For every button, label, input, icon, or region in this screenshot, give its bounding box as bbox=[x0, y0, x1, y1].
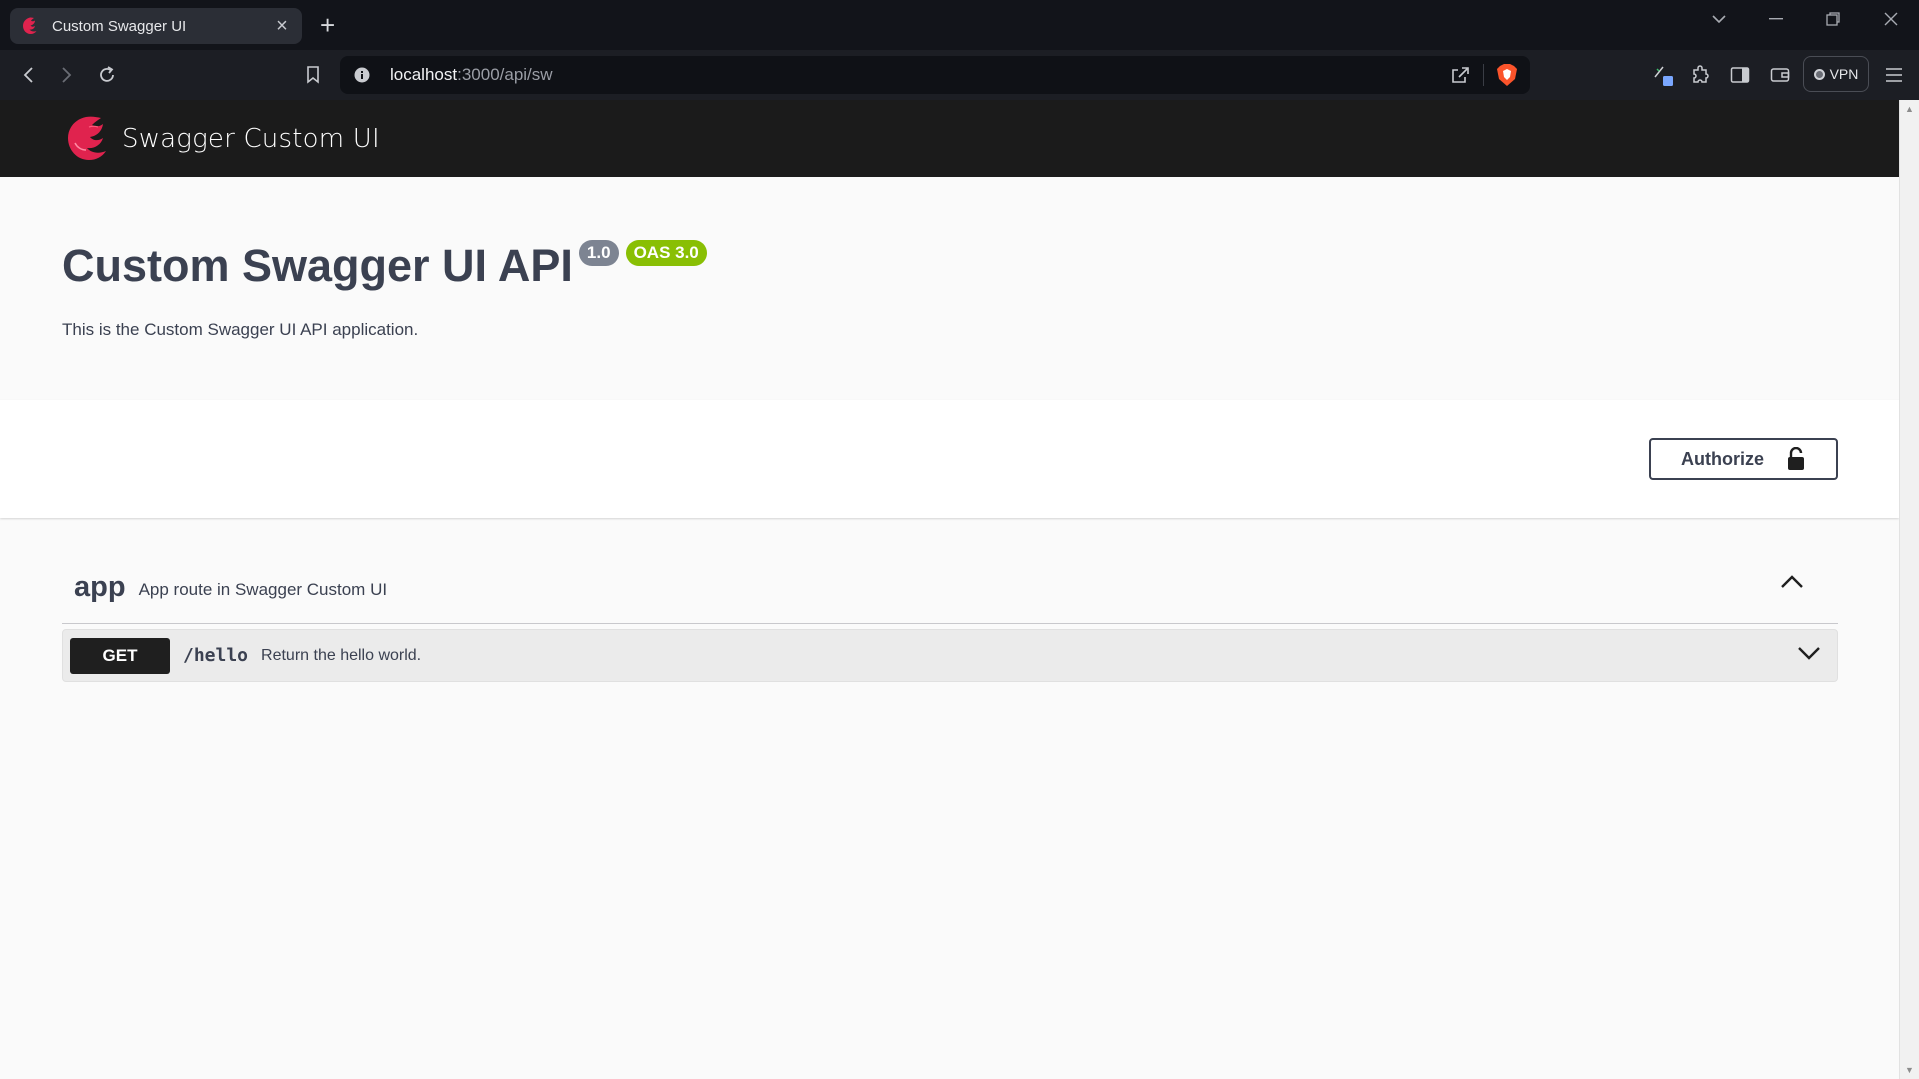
menu-hamburger-icon[interactable] bbox=[1882, 63, 1906, 87]
brand-name: Swagger Custom UI bbox=[122, 124, 380, 154]
back-icon[interactable] bbox=[16, 63, 40, 87]
scroll-up-icon[interactable]: ▲ bbox=[1905, 104, 1914, 114]
url-path: :3000/api/sw bbox=[457, 65, 553, 84]
operation-get-hello[interactable]: GET /hello Return the hello world. bbox=[62, 629, 1838, 682]
authorize-button[interactable]: Authorize bbox=[1649, 438, 1838, 480]
nestjs-favicon-icon bbox=[23, 17, 37, 34]
tag-name: app bbox=[74, 571, 126, 603]
wallet-icon[interactable] bbox=[1768, 63, 1792, 87]
vpn-status-icon bbox=[1813, 68, 1825, 80]
address-bar[interactable]: localhost:3000/api/sw bbox=[340, 56, 1530, 94]
minimize-icon[interactable] bbox=[1761, 6, 1791, 32]
authorize-label: Authorize bbox=[1681, 448, 1764, 469]
extension-leo-icon[interactable] bbox=[1652, 63, 1676, 87]
brave-shields-icon[interactable] bbox=[1496, 63, 1518, 87]
nestjs-logo-icon bbox=[68, 116, 106, 160]
scroll-down-icon[interactable]: ▼ bbox=[1905, 1065, 1914, 1075]
scheme-container: Authorize bbox=[0, 400, 1899, 518]
api-info: Custom Swagger UI API 1.0 OAS 3.0 This is … bbox=[62, 240, 707, 340]
vpn-label: VPN bbox=[1829, 66, 1859, 82]
site-info-icon[interactable] bbox=[354, 67, 370, 83]
version-badge: 1.0 bbox=[578, 240, 619, 266]
tag-header[interactable]: app App route in Swagger Custom UI bbox=[62, 552, 1838, 624]
bookmark-icon[interactable] bbox=[301, 63, 325, 87]
oas-badge: OAS 3.0 bbox=[625, 240, 707, 266]
tab-close-icon[interactable]: × bbox=[272, 16, 292, 36]
method-badge: GET bbox=[70, 637, 170, 674]
brand[interactable]: Swagger Custom UI bbox=[62, 113, 380, 165]
operation-path: /hello bbox=[183, 645, 249, 666]
forward-icon[interactable] bbox=[55, 63, 79, 87]
restore-icon[interactable] bbox=[1818, 6, 1848, 32]
extensions-puzzle-icon[interactable] bbox=[1689, 63, 1713, 87]
url-text[interactable]: localhost:3000/api/sw bbox=[390, 65, 553, 85]
operation-summary: Return the hello world. bbox=[261, 646, 422, 664]
close-window-icon[interactable] bbox=[1876, 6, 1906, 32]
chevron-down-icon[interactable] bbox=[1797, 645, 1821, 661]
browser-tab[interactable]: Custom Swagger UI × bbox=[10, 8, 302, 44]
api-description: This is the Custom Swagger UI API applic… bbox=[62, 320, 419, 339]
reload-icon[interactable] bbox=[95, 63, 119, 87]
sidebar-toggle-icon[interactable] bbox=[1728, 63, 1752, 87]
lock-open-icon bbox=[1788, 447, 1804, 470]
new-tab-button[interactable]: + bbox=[320, 12, 335, 38]
swagger-page: Swagger Custom UI Custom Swagger UI API 1… bbox=[0, 100, 1899, 1079]
url-host: localhost bbox=[390, 65, 458, 84]
page-scrollbar[interactable]: ▲ ▼ bbox=[1899, 100, 1919, 1079]
browser-tabstrip: Custom Swagger UI × + bbox=[0, 0, 1919, 50]
tag-section-app: app App route in Swagger Custom UI GET /… bbox=[62, 552, 1838, 682]
vpn-button[interactable]: VPN bbox=[1803, 56, 1869, 92]
tab-title: Custom Swagger UI bbox=[52, 17, 187, 35]
tab-search-chevron-icon[interactable] bbox=[1704, 6, 1734, 32]
swagger-topbar: Swagger Custom UI bbox=[0, 100, 1899, 177]
share-icon[interactable] bbox=[1450, 66, 1470, 84]
omnibox-divider bbox=[1483, 64, 1484, 86]
api-title: Custom Swagger UI API bbox=[62, 240, 573, 291]
chevron-up-icon[interactable] bbox=[1780, 574, 1804, 590]
tag-description: App route in Swagger Custom UI bbox=[138, 579, 388, 599]
